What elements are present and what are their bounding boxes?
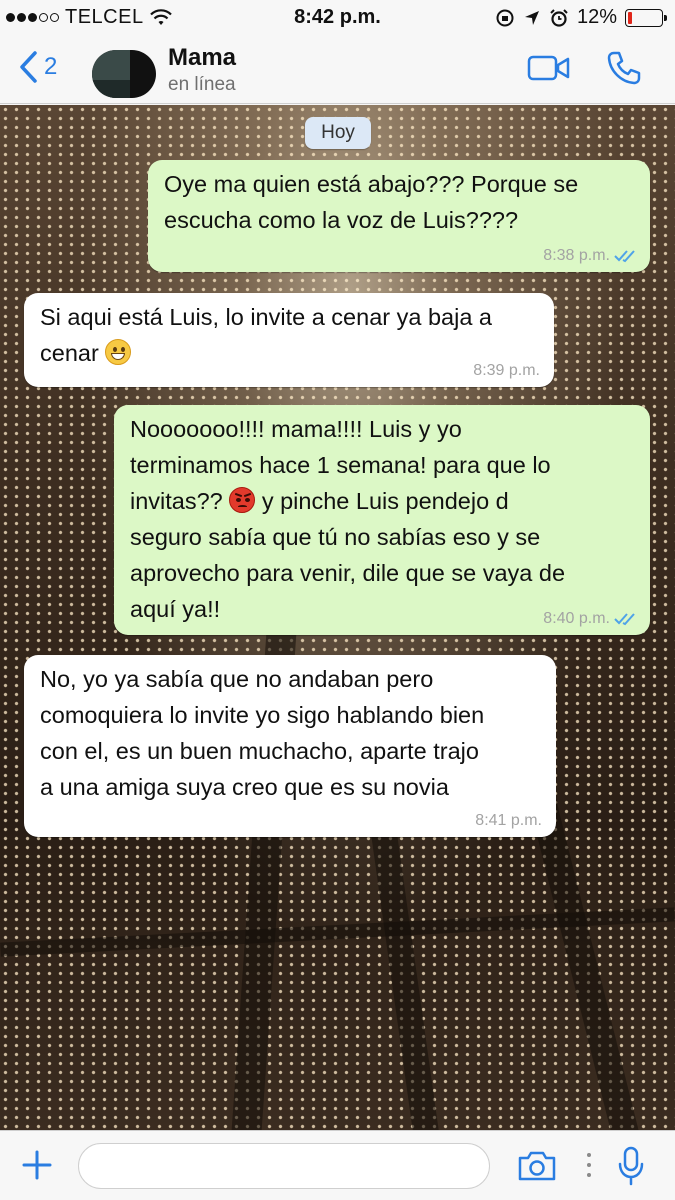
status-right: 12%: [495, 6, 667, 29]
message-line: comoquiera lo invite yo sigo hablando bi…: [40, 702, 485, 728]
input-bar: [0, 1130, 675, 1200]
message-time: 8:41 p.m.: [475, 812, 542, 829]
message-bubble-incoming[interactable]: No, yo ya sabía que no andaban pero como…: [24, 655, 556, 837]
alarm-icon: [550, 8, 568, 27]
message-time: 8:38 p.m.: [543, 247, 610, 264]
message-text: Si aqui está Luis, lo invite a cenar ya …: [40, 299, 542, 371]
angry-face-emoji: [229, 487, 256, 513]
message-input[interactable]: [78, 1143, 490, 1189]
status-bar: TELCEL 8:42 p.m. 12%: [0, 0, 675, 36]
message-line: escucha como la voz de Luis????: [164, 207, 519, 233]
message-line: Nooooooo!!!! mama!!!! Luis y yo: [130, 416, 462, 442]
avatar[interactable]: [92, 50, 156, 98]
message-line: No, yo ya sabía que no andaban pero: [40, 666, 434, 692]
battery-percent: 12%: [576, 6, 617, 28]
message-meta: 8:41 p.m.: [475, 811, 542, 831]
dots-icon: [587, 1153, 591, 1177]
unread-count: 2: [44, 53, 58, 80]
back-chevron-icon: [20, 51, 37, 83]
date-separator: Hoy: [305, 117, 371, 149]
plus-icon[interactable]: [20, 1148, 54, 1182]
message-line: a una amiga suya creo que es su novia: [40, 774, 449, 800]
message-line: Oye ma quien está abajo??? Porque se: [164, 171, 579, 197]
message-line: aprovecho para venir, dile que se vaya d…: [130, 560, 566, 586]
message-line: con el, es un buen muchacho, aparte traj…: [40, 738, 479, 764]
location-arrow-icon: [524, 10, 539, 25]
mic-icon[interactable]: [616, 1145, 646, 1187]
orientation-lock-icon: [496, 9, 514, 26]
back-button[interactable]: 2: [18, 50, 57, 84]
phone-icon[interactable]: [606, 50, 642, 86]
message-line-text: y pinche Luis pendejo d: [261, 488, 509, 514]
chat-header: 2 Mama en línea: [0, 36, 675, 104]
battery-level-fill: [628, 11, 632, 24]
contact-status: en línea: [168, 74, 236, 95]
message-bubble-outgoing[interactable]: Oye ma quien está abajo??? Porque se esc…: [148, 160, 650, 272]
chat-background: Hoy Oye ma quien está abajo??? Porque se…: [0, 105, 675, 1130]
message-meta: 8:40 p.m.: [543, 609, 636, 629]
message-meta: 8:39 p.m.: [473, 361, 540, 381]
message-line: cenar: [40, 335, 542, 371]
camera-icon[interactable]: [516, 1149, 558, 1183]
message-line-text: invitas??: [130, 488, 223, 514]
video-call-icon[interactable]: [527, 54, 571, 82]
message-time: 8:39 p.m.: [473, 362, 540, 379]
message-bubble-incoming[interactable]: Si aqui está Luis, lo invite a cenar ya …: [24, 293, 554, 387]
double-check-icon: [614, 613, 635, 626]
contact-name[interactable]: Mama: [168, 44, 236, 72]
message-text: Oye ma quien está abajo??? Porque se esc…: [164, 166, 638, 238]
message-line: Si aqui está Luis, lo invite a cenar ya …: [40, 304, 492, 330]
message-bubble-outgoing[interactable]: Nooooooo!!!! mama!!!! Luis y yo terminam…: [114, 405, 650, 635]
message-line: seguro sabía que tú no sabías eso y se: [130, 524, 541, 550]
message-line: terminamos hace 1 semana! para que lo: [130, 452, 551, 478]
message-meta: 8:38 p.m.: [543, 246, 636, 266]
grinning-face-emoji: [105, 339, 132, 365]
message-line: invitas?? y pinche Luis pendejo d: [130, 483, 638, 519]
double-check-icon: [614, 250, 635, 263]
message-line-text: cenar: [40, 340, 99, 366]
message-text: No, yo ya sabía que no andaban pero como…: [40, 661, 544, 805]
battery-icon: [625, 8, 667, 27]
message-text: Nooooooo!!!! mama!!!! Luis y yo terminam…: [130, 411, 638, 627]
message-time: 8:40 p.m.: [543, 610, 610, 627]
